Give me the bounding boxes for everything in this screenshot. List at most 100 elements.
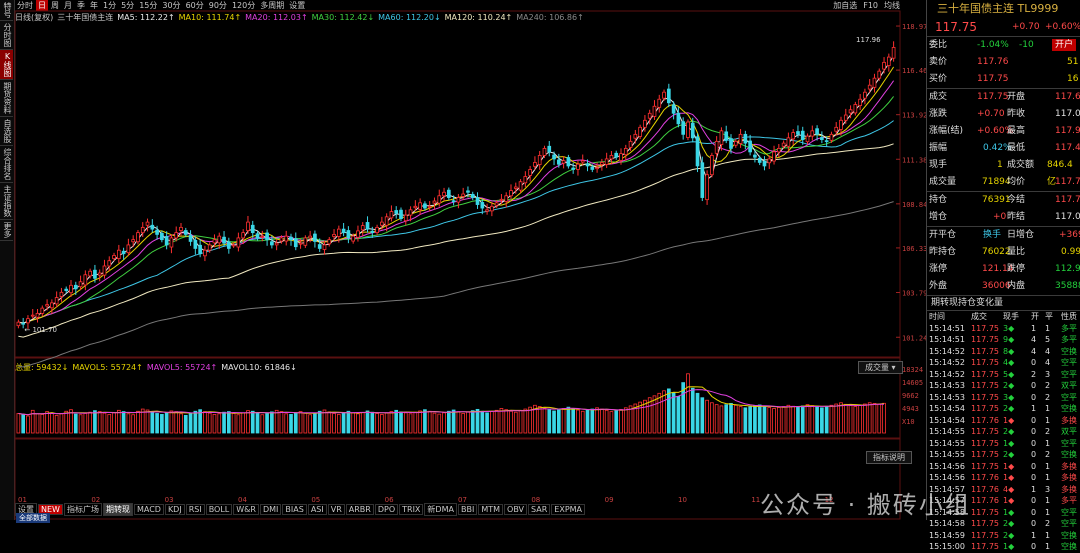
candle-body [886,56,891,66]
volume-bar [518,410,523,434]
candle-body [561,160,566,164]
tick-cell: 117.75 [971,450,999,459]
indicator-tab[interactable]: VR [327,504,345,515]
quote-cell: -1.04% [977,40,1009,50]
ticks-header-cell: 时间 [929,312,945,321]
candle-body [614,152,619,158]
volume-bar [174,411,179,434]
indicator-tab[interactable]: DMI [259,504,282,515]
indicator-tab[interactable]: BIAS [282,504,307,515]
tick-cell: 4 [1031,335,1037,344]
volume-bar [394,409,399,434]
tick-cell: 117.76 [971,496,999,505]
candle-body [595,167,599,170]
candle-body [327,239,332,245]
candle-body [858,98,862,106]
candle-body [336,228,341,237]
volume-bar [791,405,796,434]
volume-bar [877,403,882,434]
candle-body [580,160,585,163]
indicator-tab[interactable]: KDJ [164,504,185,515]
candle-body [829,133,834,141]
indicator-tab[interactable]: DPO [374,504,399,515]
indicator-tab[interactable]: BOLL [205,504,233,515]
volume-bar [776,407,781,434]
volume-bar [824,406,829,434]
indicator-tab[interactable]: 新DMA [424,503,457,516]
indicator-tab[interactable]: TRIX [399,504,424,515]
indicator-tab[interactable]: MACD [133,504,164,515]
candle-body [714,140,719,154]
volume-bar [867,402,872,434]
ma5-line [18,55,895,324]
volume-bar [863,403,867,434]
tick-cell: 2 [1031,369,1037,379]
indicator-tab[interactable]: RSI [185,504,205,515]
tick-cell: 1 [1031,323,1037,333]
indicator-help-button[interactable]: 指标说明 [866,451,912,464]
all-data-tab[interactable]: 全部数据 [16,513,50,523]
candle-body [203,249,207,257]
tick-row: 15:14:51 117.75 3◆ 1 1 多平 [927,323,1080,335]
candle-body [289,236,293,241]
indicator-tab[interactable]: ASI [307,504,327,515]
candle-body [69,284,73,294]
tick-cell: 1 [1045,542,1051,551]
candle-body [97,272,102,276]
indicator-tab[interactable]: ARBR [345,504,374,515]
ma20-line [18,80,895,324]
quote-cell: 外盘 [929,281,948,291]
kline-chart[interactable]: 118.97 116.46 113.92 111.38 108.84 106.33 103.… [0,0,926,520]
candle-body [686,121,690,138]
indicator-tab[interactable]: 期转现 [102,503,133,516]
candle-body [475,197,480,205]
volume-bar [150,411,155,434]
candle-body [824,140,829,143]
volume-bar [107,414,112,434]
indicator-tab[interactable]: SAR [528,504,551,515]
indicator-tab[interactable]: BBI [457,504,478,515]
quote-cell: 增仓 [929,212,948,222]
volume-selector[interactable]: 成交量 ▾ [858,361,903,374]
indicator-tab[interactable]: MTM [478,504,504,515]
tick-cell: 15:14:52 [929,346,965,356]
candle-body [767,158,772,164]
candle-body [556,159,561,165]
volume-bar [690,387,695,434]
candle-body [40,307,45,314]
volume-bar [714,404,719,434]
volume-bar [351,412,356,434]
candle-body [145,221,150,226]
candle-body [623,147,628,156]
volume-bar [384,412,389,434]
tick-row: 15:15:00 117.75 1◆ 0 1 空换 [927,541,1080,553]
indicator-tab[interactable]: OBV [504,504,528,515]
quote-panel: 三十年国债主连 TL9999 117.75 +0.70 +0.60% 委比 -1.… [926,0,1080,551]
tick-cell: 1◆ [1003,415,1015,425]
y-tick-label: 118.97 [902,23,926,31]
tick-cell: 15:14:51 [929,335,965,344]
volume-bar [628,405,633,434]
indicator-tab[interactable]: W&R [233,504,259,515]
volume-bar [848,405,853,434]
volume-bar [26,415,30,434]
tick-cell: 空换 [1061,542,1077,551]
candle-body [45,304,49,307]
tick-cell: 15:14:59 [929,530,965,540]
tick-cell: 1 [1045,415,1051,425]
candle-body [805,135,810,143]
tick-cell: 4 [1045,346,1051,356]
quote-cell: +0.70 [977,109,1005,119]
candle-body [150,224,155,230]
indicator-tab[interactable]: EXPMA [551,504,586,515]
quote-cell: 0.99 [1061,247,1080,257]
volume-bar [494,409,499,434]
candle-body [877,70,882,79]
open-account-button[interactable]: 开户 [1052,39,1077,51]
quote-row: 增仓 +0昨结 117.05 [927,209,1080,226]
indicator-tab[interactable]: 指标广场 [63,503,102,516]
quote-row: 买价 117.75 16 [927,71,1080,88]
volume-bar [796,406,800,434]
tick-row: 15:14:55 117.75 2◆ 0 2 双平 [927,426,1080,438]
tick-cell: 1 [1031,484,1037,494]
